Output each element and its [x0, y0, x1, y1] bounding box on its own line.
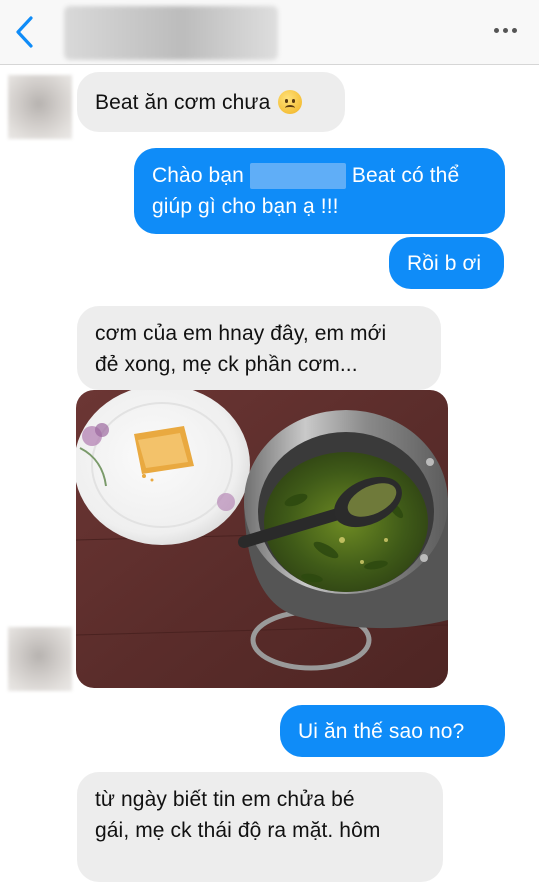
- ellipsis-icon: [493, 27, 499, 33]
- message-text: Ui ăn thế sao no?: [298, 719, 465, 743]
- back-button[interactable]: [6, 12, 42, 52]
- message-text: từ ngày biết tin em chửa bé: [95, 788, 355, 811]
- message-outgoing[interactable]: Rồi b ơi: [389, 237, 504, 289]
- message-outgoing[interactable]: Ui ăn thế sao no?: [280, 705, 505, 757]
- message-text: giúp gì cho bạn ạ !!!: [152, 195, 339, 218]
- photo-image: [76, 390, 448, 688]
- plate-and-pot-photo[interactable]: [76, 390, 448, 688]
- chevron-left-icon: [16, 16, 33, 48]
- message-outgoing[interactable]: Chào bạn Beat có thể giúp gì cho bạn ạ !!…: [134, 148, 505, 234]
- conversation-header: [0, 0, 539, 65]
- more-options-button[interactable]: [490, 20, 520, 40]
- message-text: gái, mẹ ck thái độ ra mặt. hôm: [95, 819, 381, 842]
- message-text: cơm của em hnay đây, em mới: [95, 322, 387, 345]
- redacted-name: [249, 163, 346, 190]
- avatar[interactable]: [8, 627, 72, 691]
- contact-name[interactable]: [64, 6, 278, 60]
- message-text: Chào bạn: [152, 164, 244, 187]
- message-text: Beat có thể: [351, 164, 460, 187]
- message-incoming[interactable]: cơm của em hnay đây, em mới đẻ xong, mẹ …: [77, 306, 441, 390]
- message-text: đẻ xong, mẹ ck phần cơm...: [95, 353, 358, 376]
- message-incoming[interactable]: từ ngày biết tin em chửa bé gái, mẹ ck t…: [77, 772, 443, 882]
- message-text: Rồi b ơi: [407, 251, 482, 275]
- message-text: Beat ăn cơm chưa: [95, 90, 271, 114]
- disappointed-face-icon: [278, 90, 303, 114]
- message-incoming[interactable]: Beat ăn cơm chưa: [77, 72, 345, 132]
- avatar[interactable]: [8, 75, 72, 139]
